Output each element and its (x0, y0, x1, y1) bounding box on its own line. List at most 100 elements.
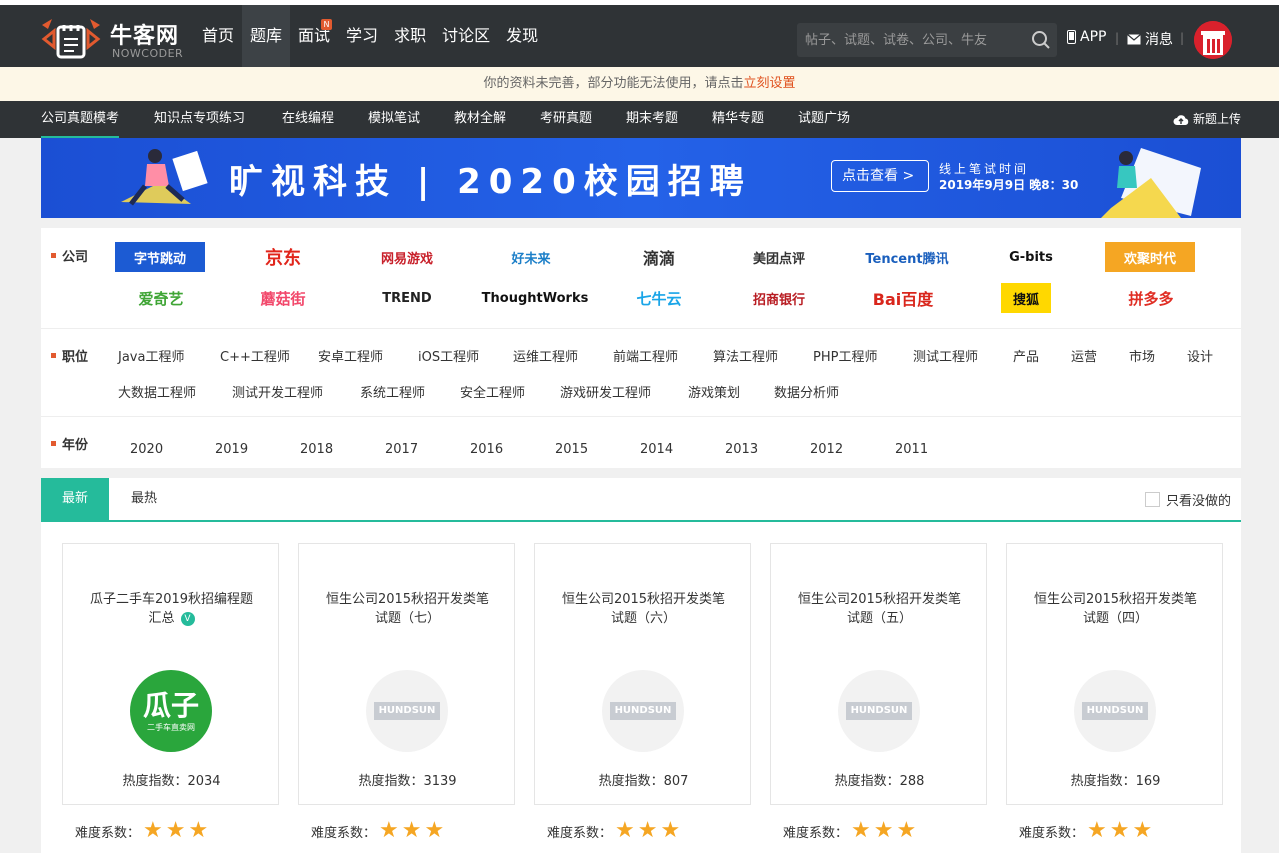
job-marketing[interactable]: 市场 (1129, 346, 1155, 365)
star-icon: ★ (143, 818, 163, 843)
subnav-topic-practice[interactable]: 知识点专项练习 (154, 101, 245, 138)
company-gbits[interactable]: G-bits (985, 242, 1077, 272)
job-product[interactable]: 产品 (1013, 346, 1039, 365)
subnav-question-square[interactable]: 试题广场 (798, 101, 850, 138)
subnav-final-exams[interactable]: 期末考题 (626, 101, 678, 138)
nav-discuss[interactable]: 讨论区 (434, 5, 498, 67)
upload-question-button[interactable]: 新题上传 (1173, 101, 1241, 138)
exam-card[interactable]: 恒生公司2015秋招开发类笔 试题（七） HUNDSUN 热度指数：3139 (298, 543, 515, 805)
company-yy[interactable]: 欢聚时代 (1105, 242, 1195, 272)
company-tal[interactable]: 好未来 (485, 242, 577, 272)
year-2016[interactable]: 2016 (470, 442, 503, 457)
nav-learn[interactable]: 学习 (338, 5, 386, 67)
header-separator: | (1180, 31, 1185, 45)
nav-jobs[interactable]: 求职 (386, 5, 434, 67)
company-filter-label: 公司 (51, 246, 88, 265)
nav-discover[interactable]: 发现 (498, 5, 546, 67)
sub-nav: 公司真题模考 知识点专项练习 在线编程 模拟笔试 教材全解 考研真题 期末考题 … (0, 101, 1279, 138)
subnav-online-coding[interactable]: 在线编程 (282, 101, 334, 138)
job-php[interactable]: PHP工程师 (813, 346, 877, 365)
job-security[interactable]: 安全工程师 (460, 382, 525, 401)
campus-recruit-banner[interactable]: 旷视科技 | 2020校园招聘 点击查看 > 线上笔试时间 2019年9月9日 … (41, 138, 1241, 218)
search-icon[interactable] (1031, 30, 1051, 50)
job-algorithm[interactable]: 算法工程师 (713, 346, 778, 365)
year-2017[interactable]: 2017 (385, 442, 418, 457)
company-mogujie[interactable]: 蘑菇街 (237, 283, 329, 313)
nav-question-bank[interactable]: 题库 (242, 5, 291, 67)
hundsun-logo: HUNDSUN (838, 670, 920, 752)
company-baidu[interactable]: Bai百度 (857, 283, 949, 313)
exam-card[interactable]: 恒生公司2015秋招开发类笔 试题（四） HUNDSUN 热度指数：169 (1006, 543, 1223, 805)
company-name: Bai百度 (872, 290, 934, 309)
site-logo[interactable]: 牛客网 NOWCODER (38, 17, 190, 61)
year-2015[interactable]: 2015 (555, 442, 588, 457)
nav-home[interactable]: 首页 (194, 5, 242, 67)
subnav-postgrad[interactable]: 考研真题 (540, 101, 592, 138)
year-2012[interactable]: 2012 (810, 442, 843, 457)
only-undone-checkbox[interactable] (1144, 492, 1160, 507)
job-test[interactable]: 测试工程师 (913, 346, 978, 365)
company-tencent[interactable]: Tencent腾讯 (857, 242, 957, 272)
year-2018[interactable]: 2018 (300, 442, 333, 457)
year-2014[interactable]: 2014 (640, 442, 673, 457)
company-pinduoduo[interactable]: 拼多多 (1105, 283, 1197, 313)
job-java[interactable]: Java工程师 (118, 346, 184, 365)
user-avatar[interactable] (1194, 21, 1232, 59)
tab-latest[interactable]: 最新 (41, 478, 109, 520)
star-icon: ★ (660, 818, 681, 843)
exam-card[interactable]: 瓜子二手车2019秋招编程题 汇总 V 瓜子 二手车直卖网 热度指数：2034 (62, 543, 279, 805)
year-2019[interactable]: 2019 (215, 442, 248, 457)
title-line: 恒生公司2015秋招开发类笔 (561, 592, 726, 607)
subnav-featured[interactable]: 精华专题 (712, 101, 764, 138)
app-link[interactable]: APP (1067, 29, 1106, 45)
tab-hottest[interactable]: 最热 (109, 478, 179, 520)
exam-card[interactable]: 恒生公司2015秋招开发类笔 试题（六） HUNDSUN 热度指数：807 (534, 543, 751, 805)
subnav-mock-exam[interactable]: 模拟笔试 (368, 101, 420, 138)
job-cpp[interactable]: C++工程师 (220, 346, 290, 365)
job-android[interactable]: 安卓工程师 (318, 346, 383, 365)
year-2013[interactable]: 2013 (725, 442, 758, 457)
difficulty-label: 难度系数： (1019, 825, 1085, 841)
logo-subtext: 二手车直卖网 (147, 723, 195, 732)
company-sohu[interactable]: 搜狐 (1001, 283, 1051, 313)
company-name: Tencent腾讯 (865, 251, 949, 267)
company-netease-games[interactable]: 网易游戏 (361, 242, 453, 272)
exam-card-title: 恒生公司2015秋招开发类笔 试题（四） (1017, 590, 1214, 628)
hot-index: 热度指数：3139 (358, 774, 457, 789)
hot-index: 热度指数：807 (598, 774, 689, 789)
company-iqiyi[interactable]: 爱奇艺 (115, 283, 207, 313)
job-bigdata[interactable]: 大数据工程师 (118, 382, 196, 401)
company-jd[interactable]: 京东 (237, 242, 329, 272)
job-system[interactable]: 系统工程师 (360, 382, 425, 401)
job-data-analyst[interactable]: 数据分析师 (774, 382, 839, 401)
job-ios[interactable]: iOS工程师 (418, 346, 479, 365)
exam-card[interactable]: 恒生公司2015秋招开发类笔 试题（五） HUNDSUN 热度指数：288 (770, 543, 987, 805)
company-cmb[interactable]: 招商银行 (733, 283, 825, 313)
company-meituan[interactable]: 美团点评 (733, 242, 825, 272)
only-undone-label: 只看没做的 (1165, 494, 1231, 509)
job-game-design[interactable]: 游戏策划 (688, 382, 740, 401)
year-2020[interactable]: 2020 (130, 442, 163, 457)
search-input[interactable] (797, 23, 1017, 57)
subnav-textbook[interactable]: 教材全解 (454, 101, 506, 138)
job-game-dev[interactable]: 游戏研发工程师 (560, 382, 651, 401)
company-bytedance[interactable]: 字节跳动 (115, 242, 205, 272)
company-thoughtworks[interactable]: ThoughtWorks (482, 283, 589, 313)
hot-index: 热度指数：2034 (122, 774, 221, 789)
company-trend-micro[interactable]: TREND (361, 283, 453, 313)
job-test-dev[interactable]: 测试开发工程师 (232, 382, 323, 401)
job-operations[interactable]: 运营 (1071, 346, 1097, 365)
banner-view-button[interactable]: 点击查看 > (831, 160, 929, 192)
company-qiniu[interactable]: 七牛云 (613, 283, 705, 313)
job-frontend[interactable]: 前端工程师 (613, 346, 678, 365)
title-line: 试题（七） (374, 611, 440, 626)
job-design[interactable]: 设计 (1187, 346, 1213, 365)
job-ops[interactable]: 运维工程师 (513, 346, 578, 365)
setup-now-link[interactable]: 立刻设置 (744, 76, 796, 91)
company-didi[interactable]: 滴滴 (613, 242, 705, 272)
year-2011[interactable]: 2011 (895, 442, 928, 457)
only-undone-toggle[interactable]: 只看没做的 (1144, 490, 1231, 509)
messages-link[interactable]: 消息 (1127, 29, 1173, 49)
nav-interview[interactable]: 面试 N (290, 5, 338, 67)
subnav-company-exams[interactable]: 公司真题模考 (41, 101, 120, 138)
